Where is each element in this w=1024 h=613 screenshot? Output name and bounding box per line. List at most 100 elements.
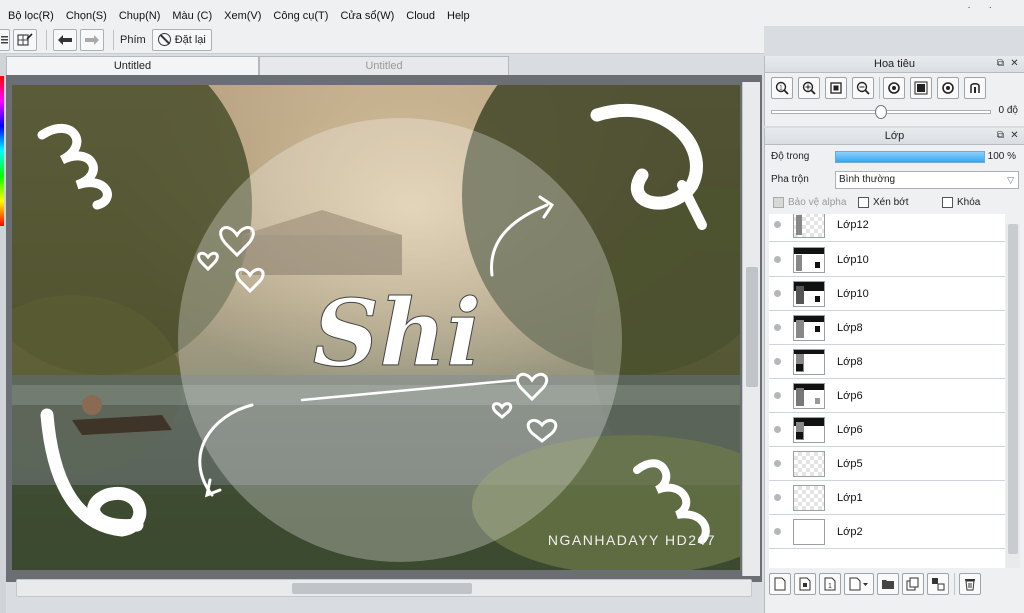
- lock-checkbox[interactable]: Khóa: [942, 197, 980, 208]
- zoom-actual-icon[interactable]: 1: [771, 77, 793, 99]
- clip-checkbox[interactable]: Xén bớt: [858, 197, 908, 208]
- menu-help[interactable]: Help: [447, 10, 470, 22]
- list-icon[interactable]: [0, 28, 10, 51]
- opacity-row: Độ trong 100 %: [765, 145, 1024, 168]
- layer-item[interactable]: Lớp6: [769, 379, 1005, 413]
- menu-window[interactable]: Cửa sổ(W): [340, 10, 394, 22]
- layer-name: Lớp5: [837, 457, 863, 470]
- layer-item[interactable]: Lớp10: [769, 277, 1005, 311]
- layer-list-scrollbar[interactable]: [1006, 224, 1020, 568]
- layer-item[interactable]: Lớp10: [769, 243, 1005, 277]
- layer-thumbnail: [793, 348, 825, 375]
- visibility-icon[interactable]: [774, 460, 781, 467]
- layer-item[interactable]: Lớp6: [769, 413, 1005, 447]
- toolbar: Phím Đặt lại: [0, 26, 764, 54]
- menu-tools[interactable]: Công cụ(T): [273, 10, 328, 22]
- lock-label: Khóa: [957, 197, 981, 208]
- undo-icon[interactable]: [53, 28, 77, 51]
- layer-name: Lớp2: [837, 525, 863, 538]
- layer-thumbnail: [793, 450, 825, 477]
- new-vector-layer-icon[interactable]: [794, 573, 816, 595]
- footer-separator: [954, 573, 955, 595]
- vertical-scroll-thumb[interactable]: [746, 267, 758, 387]
- menu-cloud[interactable]: Cloud: [406, 10, 435, 22]
- reset-rotation-icon[interactable]: [910, 77, 932, 99]
- visibility-icon[interactable]: [774, 426, 781, 433]
- layer-item[interactable]: Lớp5: [769, 447, 1005, 481]
- window-controls-icon[interactable]: ··: [967, 2, 1010, 13]
- grid-edit-icon[interactable]: [13, 28, 37, 51]
- fit-screen-icon[interactable]: [825, 77, 847, 99]
- canvas-horizontal-scrollbar[interactable]: [16, 579, 752, 597]
- horizontal-scroll-thumb[interactable]: [292, 583, 472, 594]
- blend-row: Pha trộn Bình thường ▽: [765, 168, 1024, 191]
- add-layer-menu-icon[interactable]: [844, 573, 874, 595]
- document-tabs: Untitled Untitled: [6, 55, 762, 75]
- reset-label: Đặt lại: [174, 33, 206, 46]
- tab-untitled-inactive[interactable]: Untitled: [259, 56, 509, 75]
- visibility-icon[interactable]: [774, 290, 781, 297]
- zoom-out-icon[interactable]: [852, 77, 874, 99]
- chevron-down-icon: ▽: [1007, 175, 1014, 185]
- layer-panel: Lớp ⧉ ✕ Độ trong 100 % Pha trộn Bình thư…: [764, 128, 1024, 613]
- new-1bit-layer-icon[interactable]: 1: [819, 573, 841, 595]
- new-raster-layer-icon[interactable]: [769, 573, 791, 595]
- checkbox-box: [858, 197, 869, 208]
- canvas-vertical-scrollbar[interactable]: [742, 82, 760, 576]
- duplicate-layer-icon[interactable]: [902, 573, 924, 595]
- undock-icon[interactable]: ⧉: [995, 58, 1006, 69]
- rotate-right-icon[interactable]: [937, 77, 959, 99]
- visibility-icon[interactable]: [774, 256, 781, 263]
- layer-scroll-thumb[interactable]: [1008, 224, 1018, 554]
- redo-icon[interactable]: [80, 28, 104, 51]
- visibility-icon[interactable]: [774, 358, 781, 365]
- color-palette-strip[interactable]: [0, 76, 4, 226]
- merge-layer-icon[interactable]: [927, 573, 949, 595]
- checkbox-box: [773, 197, 784, 208]
- layer-thumbnail: [793, 382, 825, 409]
- layer-item[interactable]: Lớp12: [769, 214, 1005, 242]
- menu-bar: Bộ lọc(R) Chọn(S) Chụp(N) Màu (C) Xem(V)…: [0, 2, 1024, 26]
- opacity-slider[interactable]: [835, 151, 985, 163]
- menu-select[interactable]: Chọn(S): [66, 10, 107, 22]
- visibility-icon[interactable]: [774, 392, 781, 399]
- artwork-title-text: Shi: [313, 279, 481, 387]
- painting-image: Shi NGANHADAYY HD247: [12, 85, 740, 570]
- close-icon[interactable]: ✕: [1009, 130, 1020, 141]
- svg-text:1: 1: [828, 583, 832, 590]
- layer-thumbnail: [793, 416, 825, 443]
- visibility-icon[interactable]: [774, 221, 781, 228]
- visibility-icon[interactable]: [774, 324, 781, 331]
- zoom-slider-knob[interactable]: [875, 105, 887, 119]
- layer-thumbnail: [793, 518, 825, 545]
- blend-mode-select[interactable]: Bình thường ▽: [835, 171, 1019, 189]
- close-icon[interactable]: ✕: [1009, 58, 1020, 69]
- delete-layer-icon[interactable]: [959, 573, 981, 595]
- visibility-icon[interactable]: [774, 528, 781, 535]
- menu-view[interactable]: Xem(V): [224, 10, 261, 22]
- layer-item[interactable]: Lớp2: [769, 515, 1005, 549]
- canvas-area[interactable]: Shi NGANHADAYY HD247: [6, 75, 762, 582]
- blend-label: Pha trộn: [771, 174, 809, 185]
- zoom-in-icon[interactable]: [798, 77, 820, 99]
- layer-panel-title: Lớp: [884, 130, 905, 142]
- layer-item[interactable]: Lớp8: [769, 345, 1005, 379]
- reset-button[interactable]: Đặt lại: [151, 28, 212, 51]
- new-folder-icon[interactable]: [877, 573, 899, 595]
- menu-color[interactable]: Màu (C): [172, 10, 212, 22]
- layer-name: Lớp6: [837, 423, 863, 436]
- visibility-icon[interactable]: [774, 494, 781, 501]
- menu-capture[interactable]: Chụp(N): [119, 10, 161, 22]
- layer-item[interactable]: Lớp1: [769, 481, 1005, 515]
- tab-untitled-active[interactable]: Untitled: [6, 56, 259, 75]
- protect-alpha-checkbox[interactable]: Bảo vệ alpha: [773, 197, 846, 208]
- flip-horizontal-icon[interactable]: [964, 77, 986, 99]
- rotate-left-icon[interactable]: [883, 77, 905, 99]
- layer-item[interactable]: Lớp8: [769, 311, 1005, 345]
- undock-icon[interactable]: ⧉: [995, 130, 1006, 141]
- layer-name: Lớp10: [837, 287, 869, 300]
- artwork-canvas[interactable]: Shi NGANHADAYY HD247: [12, 85, 740, 570]
- zoom-slider[interactable]: [771, 105, 991, 119]
- menu-filter[interactable]: Bộ lọc(R): [8, 10, 54, 22]
- layer-name: Lớp1: [837, 491, 863, 504]
